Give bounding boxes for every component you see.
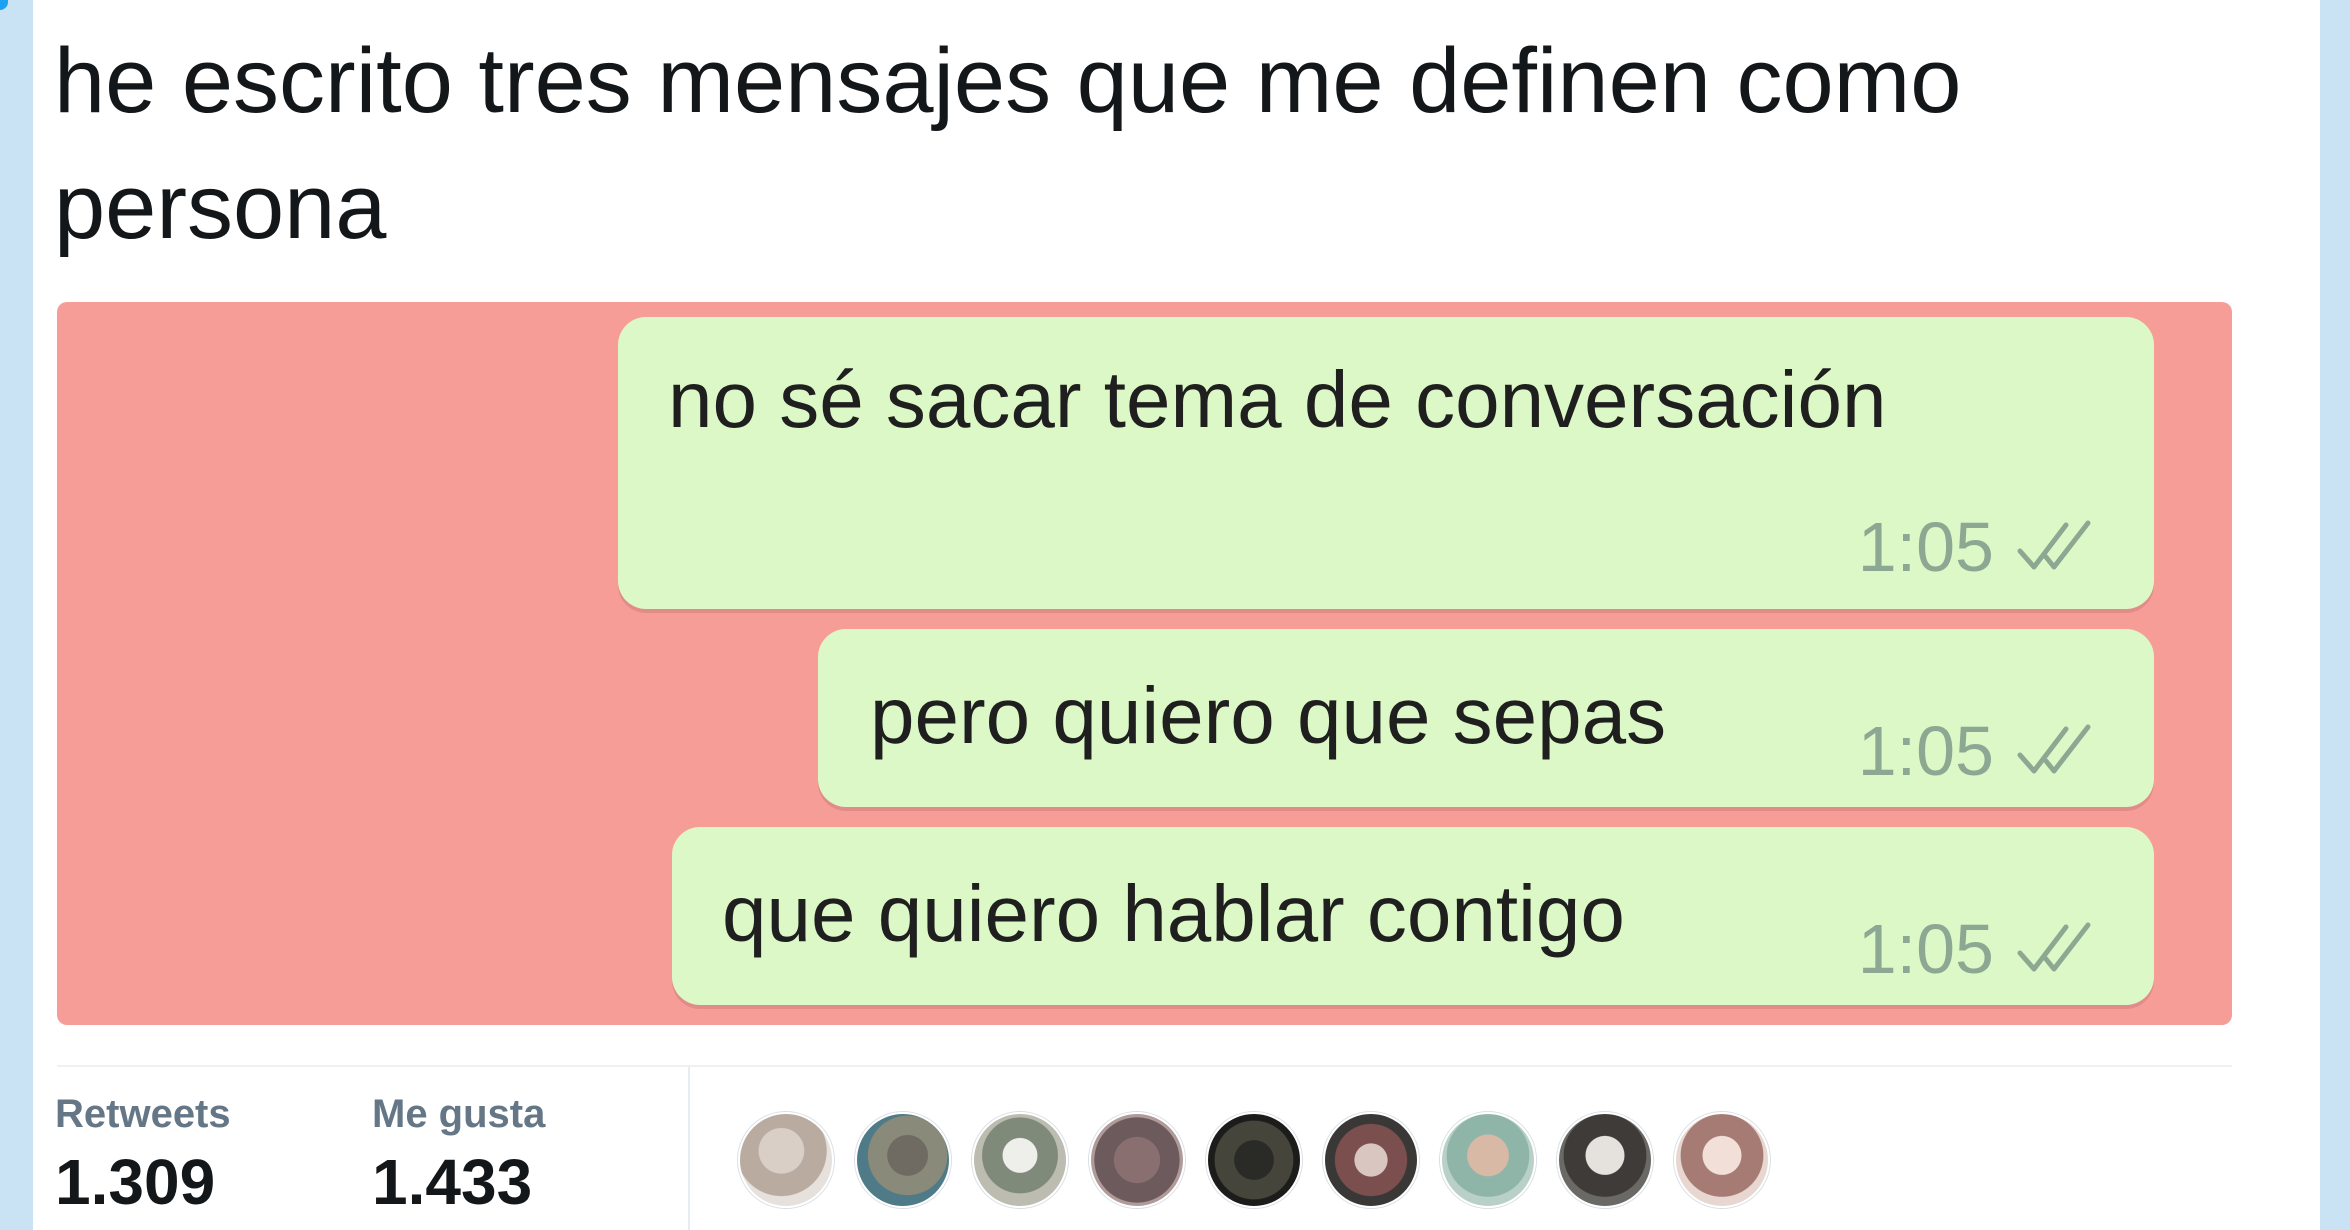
tweet-card: he escrito tres mensajes que me definen … [33,0,2320,1230]
likes-stat[interactable]: Me gusta 1.433 [372,1090,545,1222]
message-meta: 1:05 [1858,909,2108,989]
avatar[interactable] [1440,1112,1536,1208]
tweet-media-chat-screenshot[interactable]: no sé sacar tema de conversación 1:05 pe… [57,302,2232,1025]
message-time: 1:05 [1857,712,1994,790]
retweets-count: 1.309 [55,1146,216,1218]
message-text: que quiero hablar contigo [722,869,1625,958]
message-bubble: pero quiero que sepas 1:05 [818,629,2154,807]
double-check-icon [2017,724,2091,774]
message-bubble: no sé sacar tema de conversación 1:05 [618,317,2154,609]
double-check-icon [2017,520,2091,570]
message-meta: 1:05 [1858,711,2108,791]
retweets-stat[interactable]: Retweets 1.309 [55,1090,231,1222]
avatar[interactable] [1323,1112,1419,1208]
message-meta: 1:05 [1858,507,2108,587]
corner-indicator [0,0,8,10]
retweets-label: Retweets [55,1092,231,1136]
page-background-left [0,0,33,1230]
likes-count: 1.433 [372,1146,533,1218]
message-time: 1:05 [1857,910,1994,988]
page-background-right [2320,0,2350,1230]
liker-avatars [738,1112,1770,1208]
stats-divider [57,1065,2232,1067]
double-check-icon [2017,922,2091,972]
avatar[interactable] [1674,1112,1770,1208]
tweet-text: he escrito tres mensajes que me definen … [54,30,1962,258]
avatar[interactable] [1089,1112,1185,1208]
avatar[interactable] [972,1112,1068,1208]
avatar[interactable] [1557,1112,1653,1208]
stats-vertical-divider [688,1067,690,1230]
message-text: no sé sacar tema de conversación [668,355,1887,444]
avatar[interactable] [855,1112,951,1208]
message-text: pero quiero que sepas [870,671,1667,760]
message-time: 1:05 [1857,508,1994,586]
message-bubble: que quiero hablar contigo 1:05 [672,827,2154,1005]
avatar[interactable] [1206,1112,1302,1208]
avatar[interactable] [738,1112,834,1208]
likes-label: Me gusta [372,1092,546,1136]
